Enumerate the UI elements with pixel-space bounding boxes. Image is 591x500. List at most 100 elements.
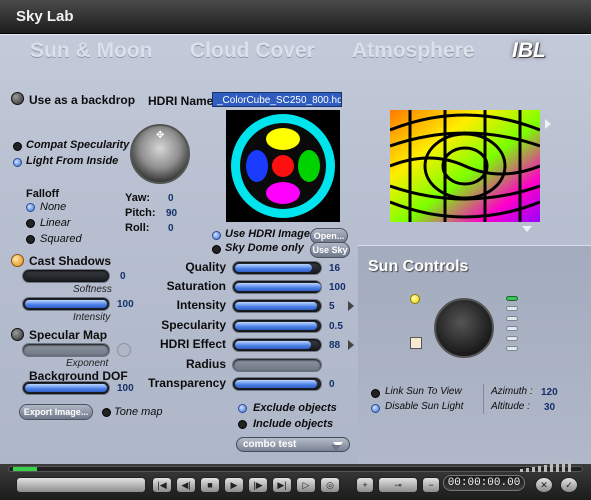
tab-ibl[interactable]: IBL: [512, 39, 546, 63]
falloff-linear-label: Linear: [40, 217, 71, 229]
yaw-label: Yaw:: [125, 192, 151, 204]
tab-bar: Sun & Moon Cloud Cover Atmosphere IBL: [0, 35, 591, 71]
param-label: Saturation: [166, 279, 226, 293]
tab-cloud-cover[interactable]: Cloud Cover: [190, 39, 315, 63]
ok-button[interactable]: ✓: [560, 477, 578, 493]
step-back-button[interactable]: ◀|: [176, 477, 196, 493]
compat-specularity-label: Compat Specularity: [26, 139, 130, 151]
softness-caption: Softness: [73, 284, 112, 295]
timeline-level-icon: [520, 458, 582, 477]
latlong-expand-arrow-icon[interactable]: [545, 119, 551, 129]
latlong-map: [390, 110, 540, 222]
exponent-value-disabled: [117, 343, 131, 357]
falloff-linear-radio[interactable]: [26, 219, 35, 228]
play-button[interactable]: ▶: [224, 477, 244, 493]
disable-sun-light-radio[interactable]: [371, 404, 380, 413]
link-sun-to-view-radio[interactable]: [371, 389, 380, 398]
pitch-label: Pitch:: [125, 207, 156, 219]
link-sun-to-view-label: Link Sun To View: [385, 386, 462, 397]
param-expand-arrow-icon[interactable]: [348, 301, 354, 311]
sky-lab-panel: Sun & Moon Cloud Cover Atmosphere IBL Us…: [0, 34, 591, 465]
altitude-label: Altitude :: [491, 401, 530, 412]
exponent-slider[interactable]: [22, 343, 110, 357]
shadow-intensity-value[interactable]: 100: [117, 299, 134, 310]
softness-slider[interactable]: [22, 269, 110, 283]
stop-button[interactable]: ■: [200, 477, 220, 493]
orientation-trackball[interactable]: ✥: [130, 124, 190, 184]
param-value[interactable]: 5: [329, 301, 335, 312]
shadow-intensity-caption: Intensity: [73, 312, 111, 323]
param-slider-fill: [235, 341, 311, 349]
pitch-value[interactable]: 90: [166, 208, 177, 219]
falloff-squared-label: Squared: [40, 233, 82, 245]
falloff-none-radio[interactable]: [26, 203, 35, 212]
compat-specularity-radio[interactable]: [13, 142, 22, 151]
tab-atmosphere[interactable]: Atmosphere: [352, 39, 475, 63]
use-sky-button[interactable]: Use Sky: [310, 242, 350, 258]
remove-keyframe-button[interactable]: −: [422, 477, 440, 493]
specular-map-toggle[interactable]: [11, 328, 24, 341]
param-value[interactable]: 100: [329, 282, 346, 293]
azimuth-value[interactable]: 120: [541, 387, 558, 398]
go-to-end-button[interactable]: ▶|: [272, 477, 292, 493]
exclude-objects-radio[interactable]: [238, 404, 247, 413]
param-slider[interactable]: [232, 358, 322, 372]
param-label: Specularity: [161, 318, 226, 332]
background-dof-slider[interactable]: [22, 381, 110, 395]
use-hdri-image-radio[interactable]: [212, 231, 221, 240]
param-slider-fill: [235, 283, 321, 291]
step-forward-button[interactable]: |▶: [248, 477, 268, 493]
altitude-value[interactable]: 30: [544, 402, 555, 413]
param-slider[interactable]: [232, 338, 322, 352]
export-image-button[interactable]: Export Image...: [19, 404, 93, 420]
title-bar: Sky Lab: [0, 0, 591, 34]
record-button[interactable]: ◎: [320, 477, 340, 493]
param-slider[interactable]: [232, 377, 322, 391]
timeline-scrubber[interactable]: [8, 466, 583, 472]
transport-slot-bar[interactable]: [16, 477, 146, 493]
param-value[interactable]: 0: [329, 379, 335, 390]
go-to-start-button[interactable]: |◀: [152, 477, 172, 493]
include-objects-radio[interactable]: [238, 420, 247, 429]
param-slider[interactable]: [232, 319, 322, 333]
sun-direction-trackball[interactable]: [434, 298, 494, 358]
meter-level-on: [506, 296, 518, 301]
yaw-value[interactable]: 0: [168, 193, 174, 204]
cast-shadows-toggle[interactable]: [11, 254, 24, 267]
param-slider[interactable]: [232, 280, 322, 294]
param-value[interactable]: 0.5: [329, 321, 343, 332]
hdri-sphere-map: [231, 114, 335, 218]
tab-sun-moon[interactable]: Sun & Moon: [30, 39, 152, 63]
roll-value[interactable]: 0: [168, 223, 174, 234]
keyframe-key-button[interactable]: ⊸: [378, 477, 418, 493]
param-slider[interactable]: [232, 261, 322, 275]
shadow-intensity-slider[interactable]: [22, 297, 110, 311]
light-from-inside-radio[interactable]: [13, 158, 22, 167]
falloff-squared-radio[interactable]: [26, 235, 35, 244]
loop-button[interactable]: ▷: [296, 477, 316, 493]
light-from-inside-label: Light From Inside: [26, 155, 119, 167]
softness-value[interactable]: 0: [120, 271, 126, 282]
hdri-name-label: HDRI Name: [148, 94, 214, 108]
sky-dome-only-radio[interactable]: [212, 245, 221, 254]
panel-collapse-icon[interactable]: [331, 445, 341, 451]
sun-color-swatch[interactable]: [410, 337, 422, 349]
tone-map-radio[interactable]: [102, 408, 111, 417]
param-expand-arrow-icon[interactable]: [348, 340, 354, 350]
hdri-name-field[interactable]: _ColorCube_SC250_800.hd: [212, 92, 342, 107]
add-keyframe-button[interactable]: +: [356, 477, 374, 493]
param-value[interactable]: 88: [329, 340, 340, 351]
param-label: Transparency: [147, 376, 226, 390]
background-dof-value[interactable]: 100: [117, 383, 134, 394]
meter-level: [506, 316, 518, 321]
param-value[interactable]: 16: [329, 263, 340, 274]
timeline-position-marker: [13, 467, 37, 471]
falloff-none-label: None: [40, 201, 67, 213]
hdri-preview: [226, 110, 340, 222]
param-label: HDRI Effect: [159, 337, 226, 351]
param-slider[interactable]: [232, 299, 322, 313]
latlong-dropdown-arrow-icon[interactable]: [522, 226, 532, 232]
use-as-backdrop-label: Use as a backdrop: [29, 93, 136, 107]
use-as-backdrop-toggle[interactable]: [11, 92, 24, 105]
cancel-button[interactable]: ✕: [535, 477, 553, 493]
